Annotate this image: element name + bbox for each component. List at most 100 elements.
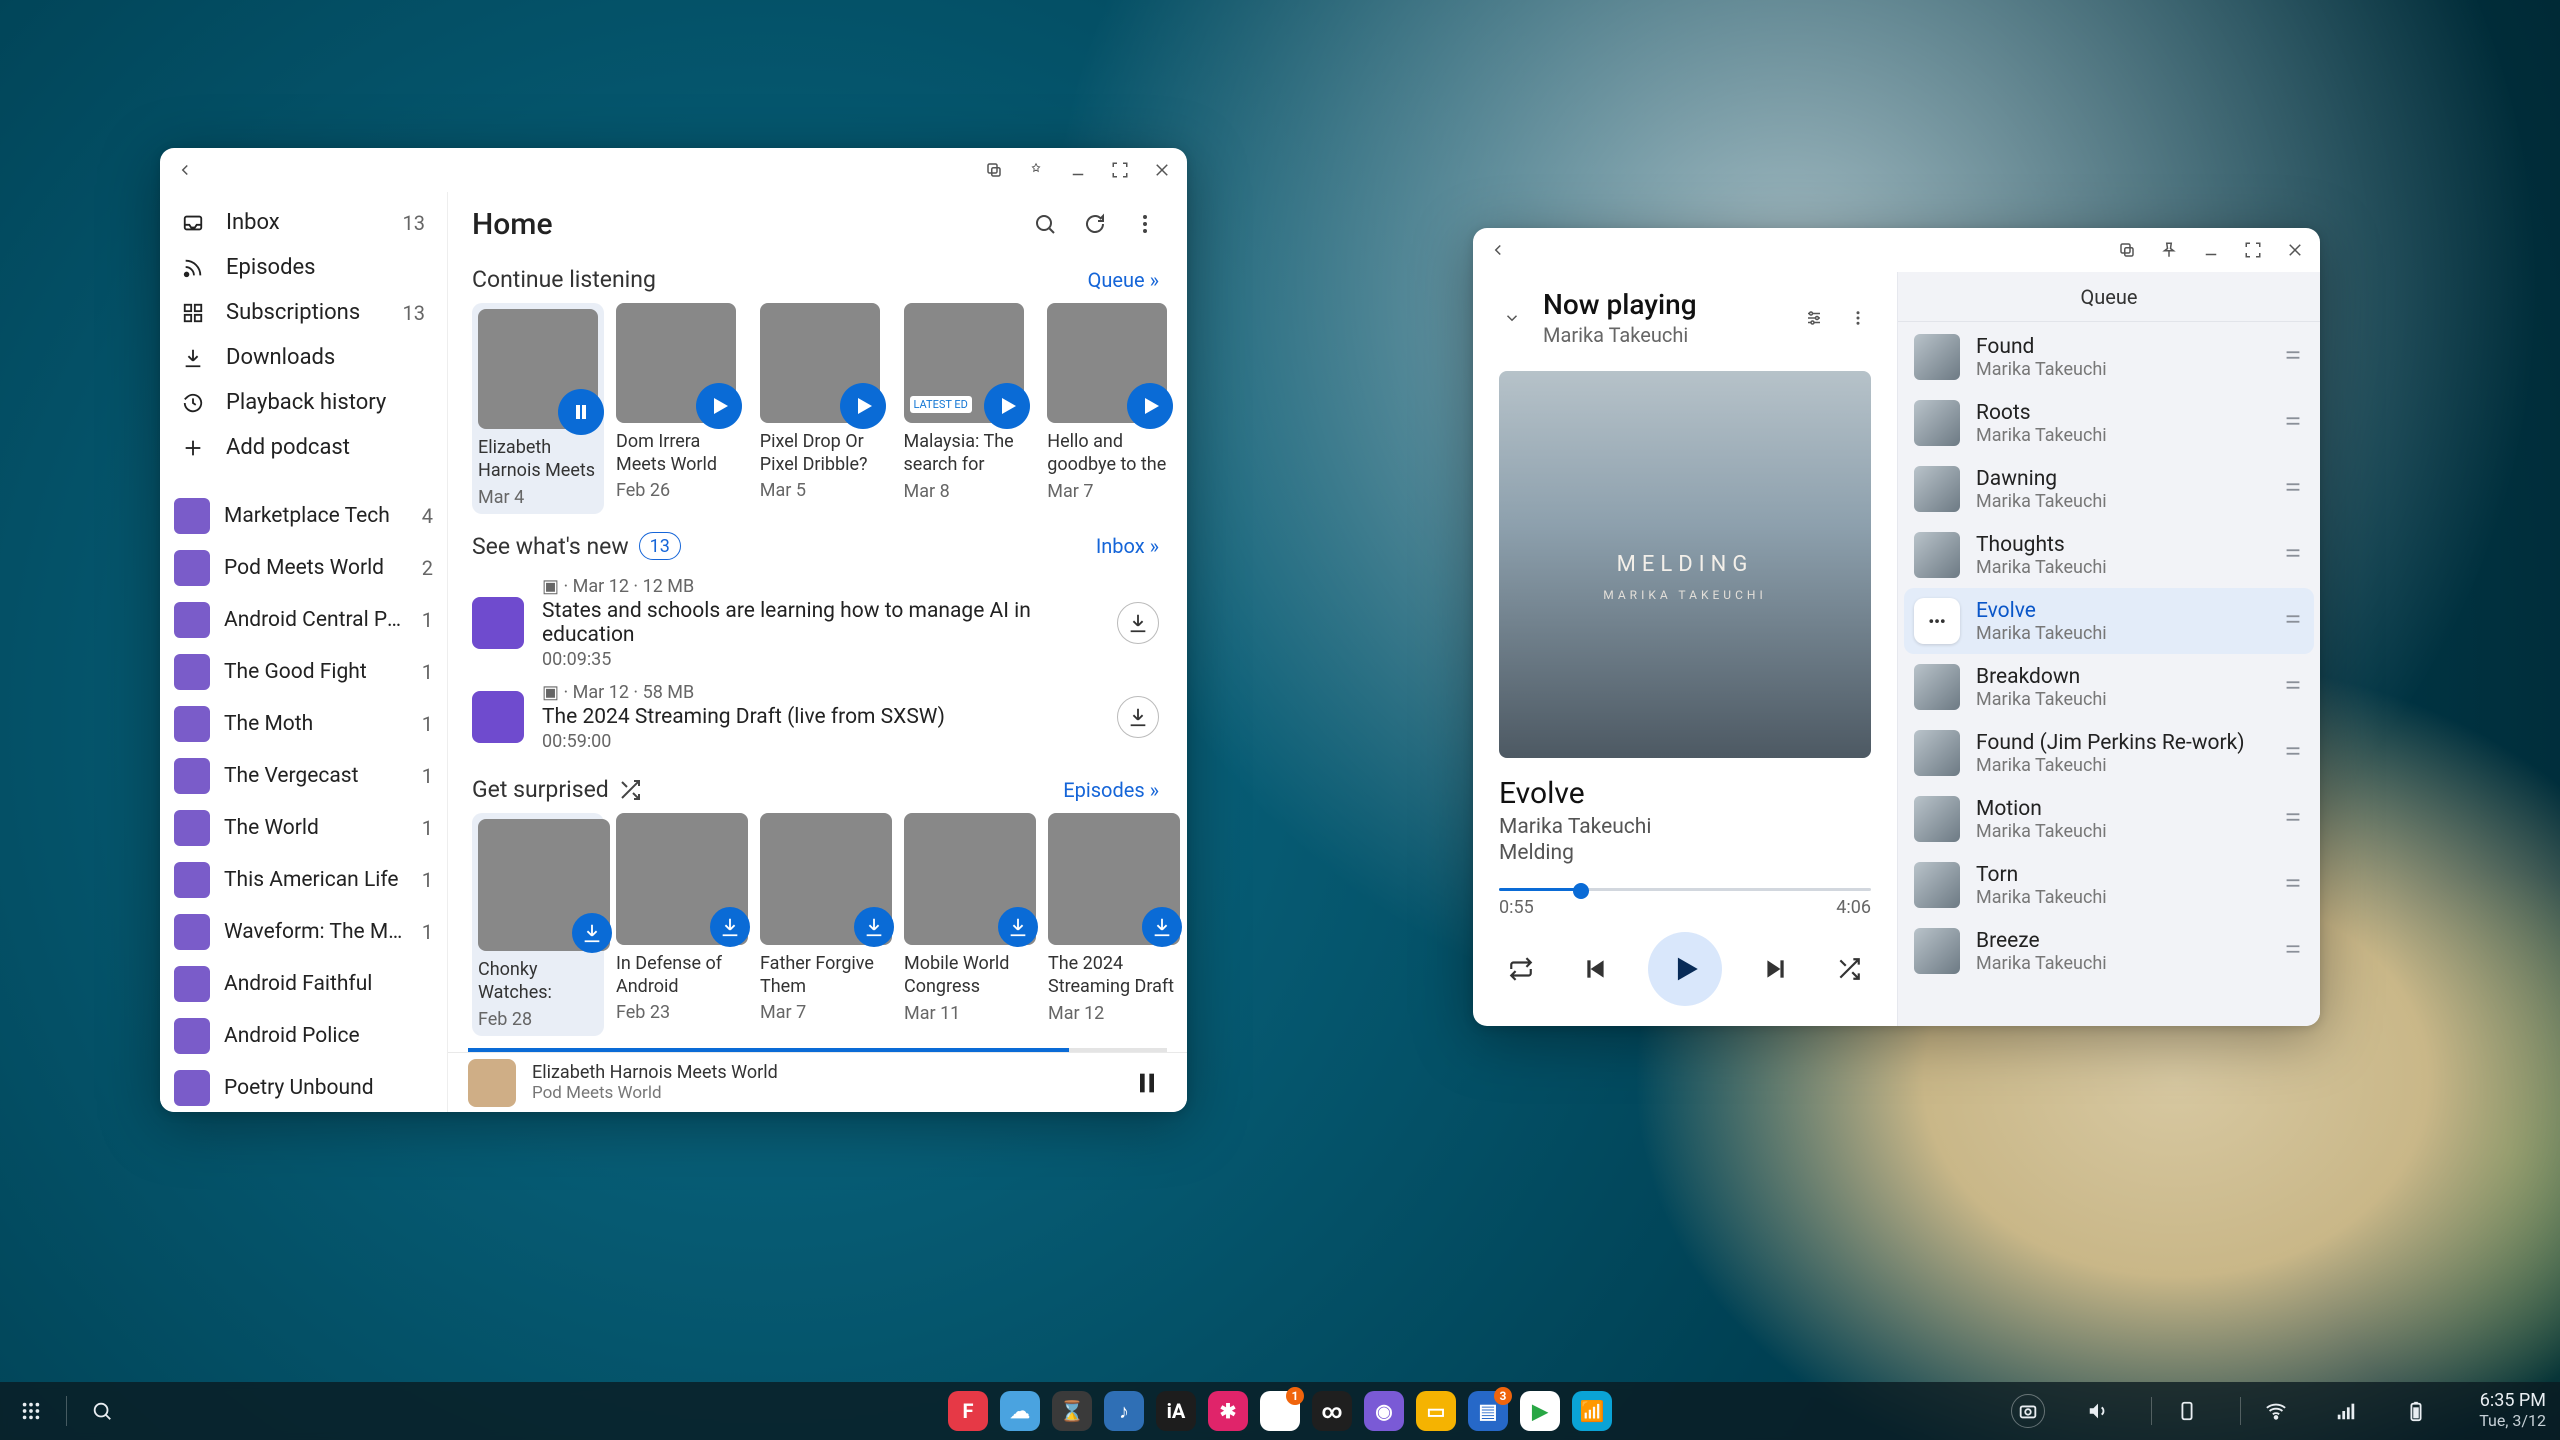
pause-button[interactable] — [558, 389, 604, 435]
volume-icon[interactable] — [2081, 1394, 2115, 1428]
download-button[interactable] — [710, 907, 750, 947]
sidebar-item-history[interactable]: Playback history — [160, 380, 447, 425]
shuffle-icon[interactable] — [617, 777, 643, 803]
sidebar-subscription[interactable]: The World 1 — [160, 802, 447, 854]
battery-icon[interactable] — [2399, 1394, 2433, 1428]
new-episode-item[interactable]: ▣ · Mar 12 · 58 MB The 2024 Streaming Dr… — [472, 676, 1179, 758]
drag-handle-icon[interactable] — [2282, 806, 2304, 832]
more-icon[interactable] — [1845, 305, 1871, 331]
episode-card[interactable]: Dom Irrera Meets World Feb 26 — [616, 303, 748, 514]
sidebar-subscription[interactable]: Poetry Unbound — [160, 1062, 447, 1112]
phone-hub-icon[interactable] — [2170, 1394, 2204, 1428]
dock-app[interactable]: F — [948, 1391, 988, 1431]
download-button[interactable] — [1142, 907, 1182, 947]
mini-pause-button[interactable] — [1127, 1063, 1167, 1103]
drag-handle-icon[interactable] — [2282, 344, 2304, 370]
sidebar-subscription[interactable]: The Good Fight 1 — [160, 646, 447, 698]
close-icon[interactable] — [1149, 157, 1175, 183]
signal-icon[interactable] — [2329, 1394, 2363, 1428]
close-icon[interactable] — [2282, 237, 2308, 263]
play-button[interactable] — [840, 383, 886, 429]
track-more-button[interactable]: ••• — [1914, 598, 1960, 644]
chevron-down-icon[interactable] — [1499, 305, 1525, 331]
drag-handle-icon[interactable] — [2282, 872, 2304, 898]
repeat-button[interactable] — [1499, 947, 1543, 991]
episode-card[interactable]: Father Forgive Them Mar 7 — [760, 813, 892, 1036]
sidebar-subscription[interactable]: Android Faithful — [160, 958, 447, 1010]
sidebar-subscription[interactable]: Android Police — [160, 1010, 447, 1062]
episode-card[interactable]: Elizabeth Harnois Meets World Mar 4 — [472, 303, 604, 514]
drag-handle-icon[interactable] — [2282, 674, 2304, 700]
sidebar-subscription[interactable]: The Moth 1 — [160, 698, 447, 750]
wifi-icon[interactable] — [2259, 1394, 2293, 1428]
new-episode-item[interactable]: ▣ · Mar 12 · 12 MB States and schools ar… — [472, 570, 1179, 676]
sidebar-subscription[interactable]: Pod Meets World 2 — [160, 542, 447, 594]
inbox-link[interactable]: Inbox » — [1096, 534, 1159, 558]
tablet-mode-icon[interactable] — [2114, 237, 2140, 263]
screenshot-icon[interactable] — [2011, 1394, 2045, 1428]
back-icon[interactable] — [172, 157, 198, 183]
episodes-link[interactable]: Episodes » — [1063, 778, 1159, 802]
queue-item[interactable]: ••• Dawning Marika Takeuchi — [1904, 456, 2314, 522]
download-button[interactable] — [998, 907, 1038, 947]
queue-item[interactable]: ••• Breakdown Marika Takeuchi — [1904, 654, 2314, 720]
episode-card[interactable]: LATEST ED Malaysia: The search for MH370… — [904, 303, 1036, 514]
drag-handle-icon[interactable] — [2282, 938, 2304, 964]
drag-handle-icon[interactable] — [2282, 476, 2304, 502]
dock-app[interactable]: iA — [1156, 1391, 1196, 1431]
equalizer-icon[interactable] — [1801, 305, 1827, 331]
maximize-icon[interactable] — [1107, 157, 1133, 183]
sidebar-subscription[interactable]: The Vergecast 1 — [160, 750, 447, 802]
dock-app[interactable]: ☁ — [1000, 1391, 1040, 1431]
episode-card[interactable]: In Defense of Android Feb 23 — [616, 813, 748, 1036]
tablet-mode-icon[interactable] — [981, 157, 1007, 183]
drag-handle-icon[interactable] — [2282, 410, 2304, 436]
sidebar-item-inbox[interactable]: Inbox 13 — [160, 200, 447, 245]
sidebar-subscription[interactable]: Waveform: The MKB… 1 — [160, 906, 447, 958]
clock[interactable]: 6:35 PM Tue, 3/12 — [2479, 1391, 2546, 1430]
album-art[interactable]: MELDING — [1499, 371, 1871, 758]
play-button[interactable] — [696, 383, 742, 429]
search-icon[interactable] — [1027, 206, 1063, 242]
play-button[interactable] — [1648, 932, 1722, 1006]
episode-card[interactable]: Pixel Drop Or Pixel Dribble? Mar 5 — [760, 303, 892, 514]
download-button[interactable] — [1117, 696, 1159, 738]
shuffle-button[interactable] — [1827, 947, 1871, 991]
sidebar-item-subscriptions[interactable]: Subscriptions 13 — [160, 290, 447, 335]
queue-item[interactable]: ••• Motion Marika Takeuchi — [1904, 786, 2314, 852]
dock-app[interactable]: 📶 — [1572, 1391, 1612, 1431]
drag-handle-icon[interactable] — [2282, 542, 2304, 568]
pin-icon[interactable] — [1023, 157, 1049, 183]
episode-card[interactable]: Hello and goodbye to the MacBook Air Mar… — [1047, 303, 1179, 514]
dock-app[interactable]: ∞ — [1312, 1391, 1352, 1431]
queue-item[interactable]: ••• Evolve Marika Takeuchi — [1904, 588, 2314, 654]
prev-button[interactable] — [1574, 947, 1618, 991]
queue-item[interactable]: ••• Found (Jim Perkins Re-work) Marika T… — [1904, 720, 2314, 786]
queue-item[interactable]: ••• Breeze Marika Takeuchi — [1904, 918, 2314, 984]
search-icon[interactable] — [85, 1394, 119, 1428]
drag-handle-icon[interactable] — [2282, 608, 2304, 634]
system-tray[interactable]: 6:35 PM Tue, 3/12 — [2011, 1391, 2546, 1430]
sidebar-item-add[interactable]: Add podcast — [160, 425, 447, 470]
next-button[interactable] — [1753, 947, 1797, 991]
queue-item[interactable]: ••• Found Marika Takeuchi — [1904, 324, 2314, 390]
pin-icon[interactable] — [2156, 237, 2182, 263]
sidebar-subscription[interactable]: This American Life 1 — [160, 854, 447, 906]
dock-app[interactable]: ▶ — [1520, 1391, 1560, 1431]
refresh-icon[interactable] — [1077, 206, 1113, 242]
mini-album-art[interactable] — [468, 1059, 516, 1107]
queue-item[interactable]: ••• Roots Marika Takeuchi — [1904, 390, 2314, 456]
download-button[interactable] — [572, 913, 612, 953]
dock-app[interactable]: ✱ — [1208, 1391, 1248, 1431]
play-button[interactable] — [984, 383, 1030, 429]
launcher-icon[interactable] — [14, 1394, 48, 1428]
queue-item[interactable]: ••• Thoughts Marika Takeuchi — [1904, 522, 2314, 588]
episode-card[interactable]: Chonky Watches: Inside Wear OS 4 … Feb 2… — [472, 813, 604, 1036]
more-icon[interactable] — [1127, 206, 1163, 242]
maximize-icon[interactable] — [2240, 237, 2266, 263]
minimize-icon[interactable] — [1065, 157, 1091, 183]
dock-app[interactable]: ⌛ — [1052, 1391, 1092, 1431]
sidebar-item-downloads[interactable]: Downloads — [160, 335, 447, 380]
drag-handle-icon[interactable] — [2282, 740, 2304, 766]
queue-link[interactable]: Queue » — [1088, 268, 1159, 292]
